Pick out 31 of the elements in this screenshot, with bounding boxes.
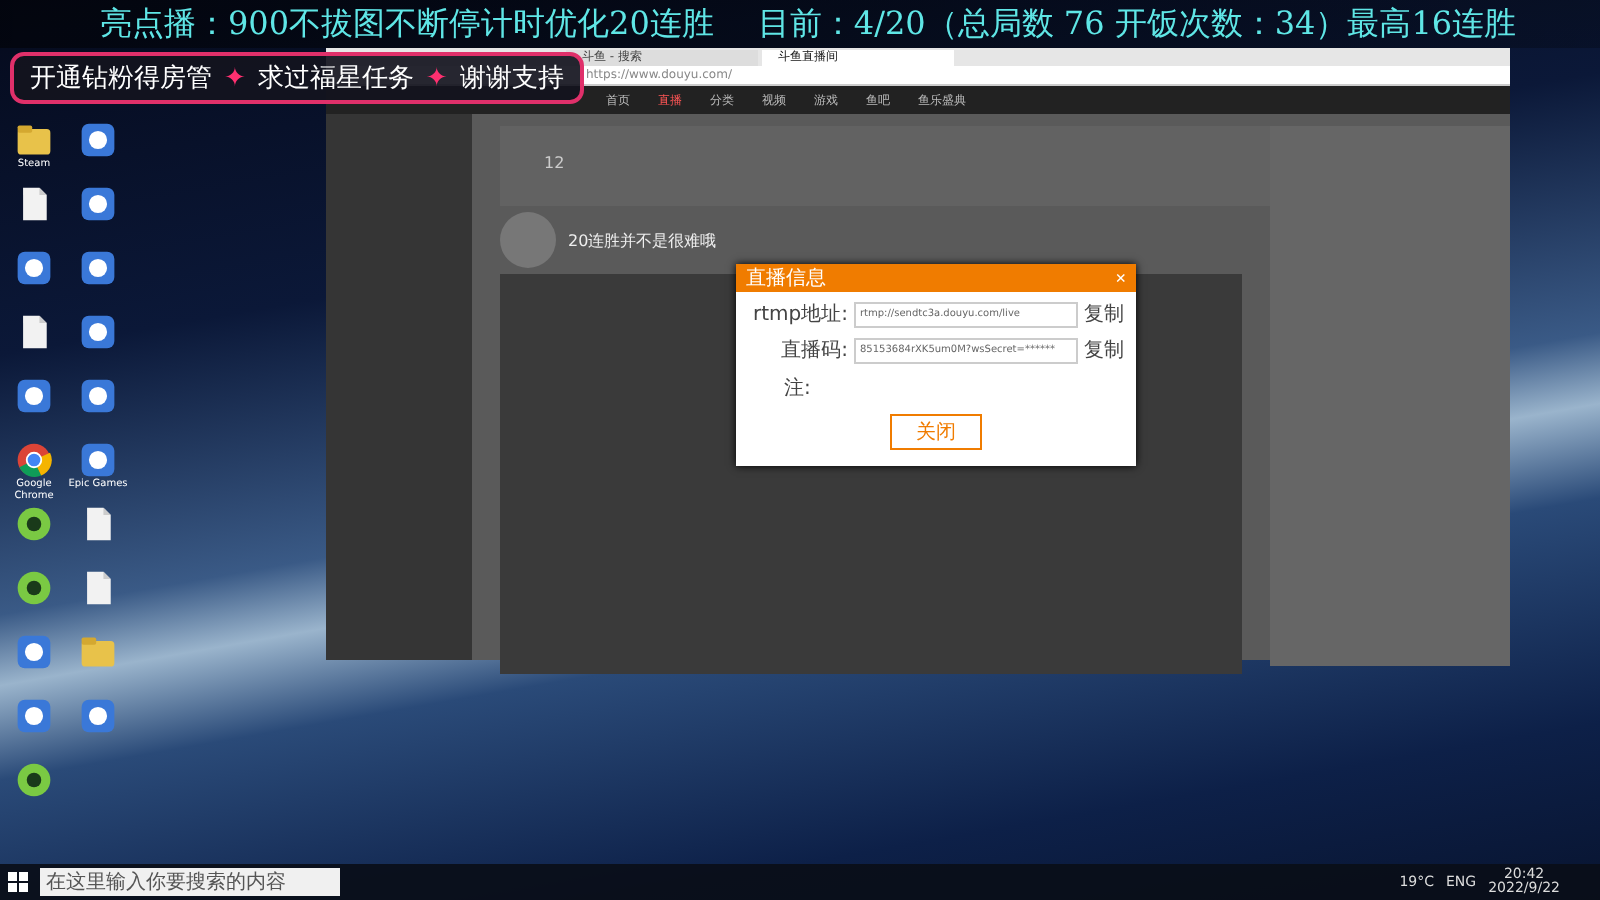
browser-icon[interactable] bbox=[14, 440, 54, 480]
copy-link[interactable]: 复制 bbox=[1084, 300, 1124, 328]
circle-icon[interactable] bbox=[14, 504, 54, 544]
star-icon: ✦ bbox=[425, 63, 448, 93]
dialog-title: 直播信息 bbox=[746, 265, 826, 292]
app-icon[interactable] bbox=[14, 248, 54, 288]
windows-logo-icon[interactable] bbox=[8, 872, 28, 892]
app-icon[interactable] bbox=[78, 312, 118, 352]
star-icon: ✦ bbox=[224, 63, 246, 93]
avatar-circle bbox=[500, 212, 556, 268]
app-icon[interactable] bbox=[78, 120, 118, 160]
app-icon[interactable] bbox=[78, 376, 118, 416]
headline-text: 亮点播：900不拔图不断停计时优化20连胜 bbox=[100, 3, 714, 45]
room-title: 20连胜并不是很难哦 bbox=[568, 229, 717, 251]
app-icon[interactable] bbox=[78, 440, 118, 480]
copy-link[interactable]: 复制 bbox=[1084, 336, 1124, 364]
promo-text: 开通钻粉得房管 bbox=[30, 62, 212, 96]
field-label: rtmp地址: bbox=[751, 301, 848, 328]
app-icon[interactable] bbox=[78, 248, 118, 288]
app-icon[interactable] bbox=[14, 376, 54, 416]
circle-icon[interactable] bbox=[14, 568, 54, 608]
follow-count: 12 bbox=[544, 154, 565, 172]
field-label: 直播码: bbox=[779, 337, 848, 364]
notes-label: 注: bbox=[782, 375, 813, 402]
record-text: 目前：4/20（总局数 76 开饭次数：34）最高16连胜 bbox=[757, 3, 1517, 45]
promo-text: 求过福星任务 bbox=[257, 62, 414, 96]
folder-icon[interactable] bbox=[14, 120, 54, 160]
search-field[interactable]: 在这里输入你要搜索的内容 bbox=[40, 868, 340, 896]
circle-icon[interactable] bbox=[14, 760, 54, 800]
app-icon[interactable] bbox=[78, 184, 118, 224]
promo-text: 谢谢支持 bbox=[459, 62, 564, 96]
